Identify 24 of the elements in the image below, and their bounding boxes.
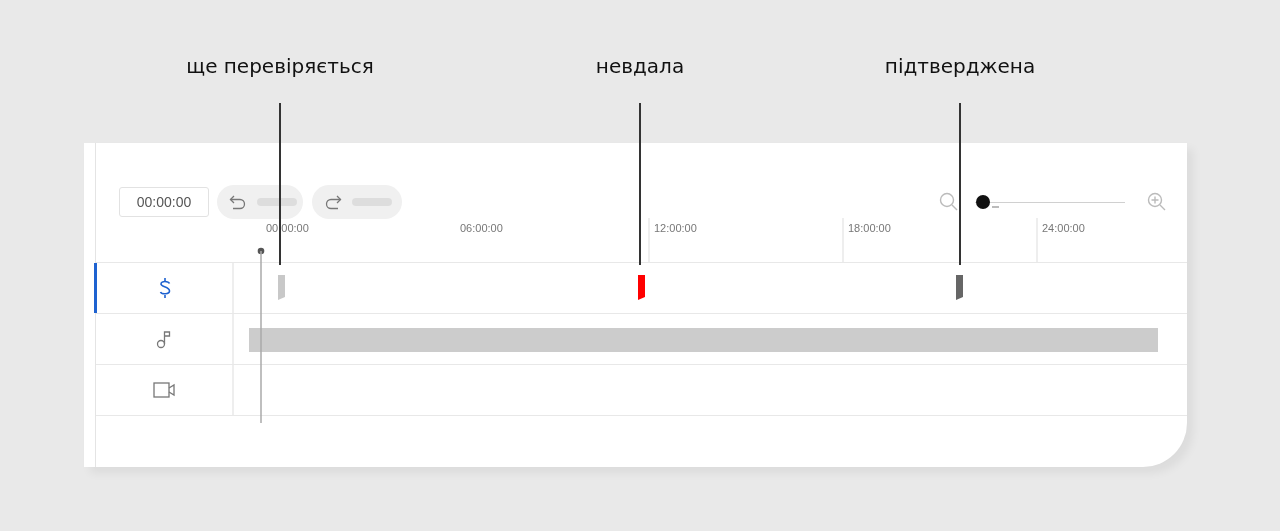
time-label: 24:00:00 <box>1036 218 1230 262</box>
time-label: 06:00:00 <box>459 221 504 236</box>
track-header[interactable] <box>94 263 234 313</box>
callout-label: ще перевіряється <box>186 54 374 78</box>
status-marker[interactable] <box>278 275 285 300</box>
status-marker[interactable] <box>956 275 963 300</box>
time-label: 12:00:00 <box>648 218 842 262</box>
time-field[interactable]: 00:00:00 <box>119 187 209 217</box>
undo-button[interactable] <box>217 185 303 219</box>
redo-button[interactable] <box>312 185 402 219</box>
zoom-slider[interactable] <box>975 195 1125 209</box>
callout-label: підтверджена <box>884 54 1036 78</box>
zoom-out-icon[interactable] <box>939 192 959 212</box>
placeholder-bar <box>257 198 297 206</box>
callout-label: невдала <box>595 54 685 78</box>
status-marker[interactable] <box>638 275 645 300</box>
video-camera-icon <box>152 381 177 399</box>
playhead[interactable] <box>257 247 265 423</box>
slider-thumb[interactable] <box>976 195 990 209</box>
zoom-in-icon[interactable] <box>1147 192 1167 212</box>
dollar-icon <box>157 277 172 299</box>
undo-icon <box>229 194 247 210</box>
audio-clip[interactable] <box>249 328 1158 352</box>
redo-icon <box>324 194 342 210</box>
